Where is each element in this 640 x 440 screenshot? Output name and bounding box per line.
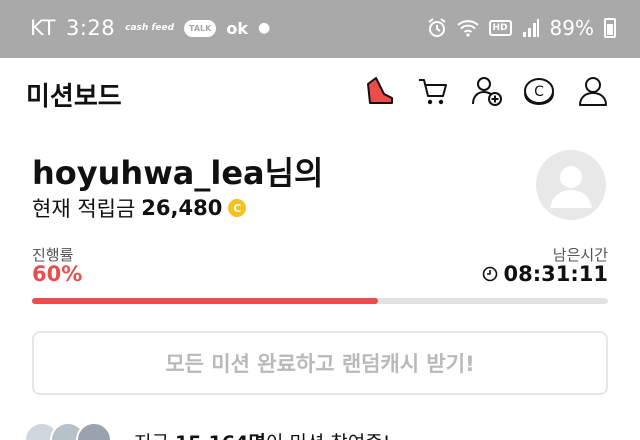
- wifi-icon: [456, 20, 479, 37]
- battery-icon: [604, 18, 616, 38]
- avatar[interactable]: [536, 150, 606, 220]
- progress-bar-fill: [32, 298, 378, 304]
- shoe-icon[interactable]: [362, 74, 396, 108]
- svg-text:C: C: [534, 84, 544, 100]
- clock-time: 3:28: [65, 16, 116, 40]
- battery-percent: 89%: [549, 16, 594, 40]
- coin-icon: C: [228, 199, 247, 217]
- notification-dot-icon: ●: [257, 20, 271, 36]
- progress-percent: 60%: [32, 262, 83, 286]
- points-value: 26,480: [141, 196, 223, 220]
- participant-avatars: [24, 422, 134, 440]
- clock-icon: [482, 266, 497, 282]
- user-icon[interactable]: [576, 74, 610, 108]
- page-title: 미션보드: [26, 82, 122, 112]
- participant-avatar: [76, 422, 112, 440]
- participants-count: 15,164명: [175, 432, 266, 440]
- coin-c-icon[interactable]: C: [522, 74, 556, 108]
- app-header: 미션보드 C: [0, 58, 640, 130]
- current-points: 현재 적립금 26,480 C: [32, 193, 247, 223]
- alarm-icon: [427, 18, 446, 37]
- cart-icon[interactable]: [416, 74, 450, 108]
- signal-icon: [522, 19, 539, 37]
- carrier-label: KT: [30, 16, 56, 40]
- kakaotalk-icon: TALK: [184, 19, 217, 37]
- username-title: hoyuhwa_lea님의: [32, 154, 324, 192]
- default-avatar-icon: [550, 166, 592, 208]
- remaining-time: 08:31:11: [482, 262, 608, 286]
- progress-bar: [32, 298, 608, 304]
- points-label: 현재 적립금: [32, 197, 136, 221]
- add-friend-icon[interactable]: [470, 74, 504, 108]
- status-bar-left: KT 3:28 cash feed TALK ok ●: [30, 16, 270, 40]
- hd-voice-icon: HD: [488, 20, 512, 36]
- cashfeed-icon: cash feed: [125, 22, 175, 33]
- participants-suffix: 이 미션 참여중!: [266, 432, 391, 440]
- participants-prefix: 지금: [134, 432, 175, 440]
- status-bar: KT 3:28 cash feed TALK ok ● HD 89%: [0, 0, 640, 58]
- status-bar-right: HD 89%: [427, 16, 616, 40]
- ok-cashbag-icon: ok: [226, 18, 248, 38]
- random-cash-reward-button[interactable]: 모든 미션 완료하고 랜덤캐시 받기!: [32, 331, 608, 395]
- remaining-time-value: 08:31:11: [503, 262, 608, 286]
- participant-count-text: 지금 15,164명이 미션 참여중!: [134, 428, 390, 440]
